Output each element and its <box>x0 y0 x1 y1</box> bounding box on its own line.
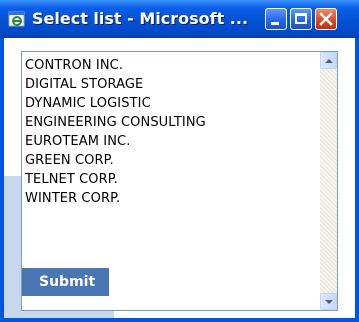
maximize-button[interactable] <box>290 8 312 30</box>
list-option[interactable]: WINTER CORP. <box>22 189 321 208</box>
scroll-up-button[interactable] <box>320 52 337 69</box>
arrow-down-icon <box>325 300 333 304</box>
minimize-icon <box>271 22 279 25</box>
list-option[interactable]: TELNET CORP. <box>22 170 321 189</box>
scroll-track[interactable] <box>320 69 337 293</box>
list-option[interactable]: GREEN CORP. <box>22 151 321 170</box>
option-list: CONTRON INC. DIGITAL STORAGE DYNAMIC LOG… <box>22 52 321 208</box>
arrow-up-icon <box>325 59 333 63</box>
title-bar[interactable]: Select list - Microsoft ... <box>0 0 359 38</box>
list-option[interactable]: ENGINEERING CONSULTING <box>22 113 321 132</box>
list-option[interactable]: CONTRON INC. <box>22 56 321 75</box>
scroll-down-button[interactable] <box>320 293 337 310</box>
submit-button[interactable]: Submit <box>22 268 109 296</box>
vertical-scrollbar[interactable] <box>320 52 337 310</box>
internet-explorer-icon <box>8 11 25 27</box>
list-option[interactable]: EUROTEAM INC. <box>22 132 321 151</box>
close-icon <box>319 12 333 26</box>
window-title: Select list - Microsoft ... <box>32 9 249 28</box>
maximize-icon <box>295 13 307 24</box>
browser-window: Select list - Microsoft ... CONTRON INC.… <box>0 0 359 322</box>
list-option[interactable]: DYNAMIC LOGISTIC <box>22 94 321 113</box>
minimize-button[interactable] <box>265 8 287 30</box>
page-content: CONTRON INC. DIGITAL STORAGE DYNAMIC LOG… <box>4 38 355 318</box>
list-option[interactable]: DIGITAL STORAGE <box>22 75 321 94</box>
close-button[interactable] <box>315 8 337 30</box>
